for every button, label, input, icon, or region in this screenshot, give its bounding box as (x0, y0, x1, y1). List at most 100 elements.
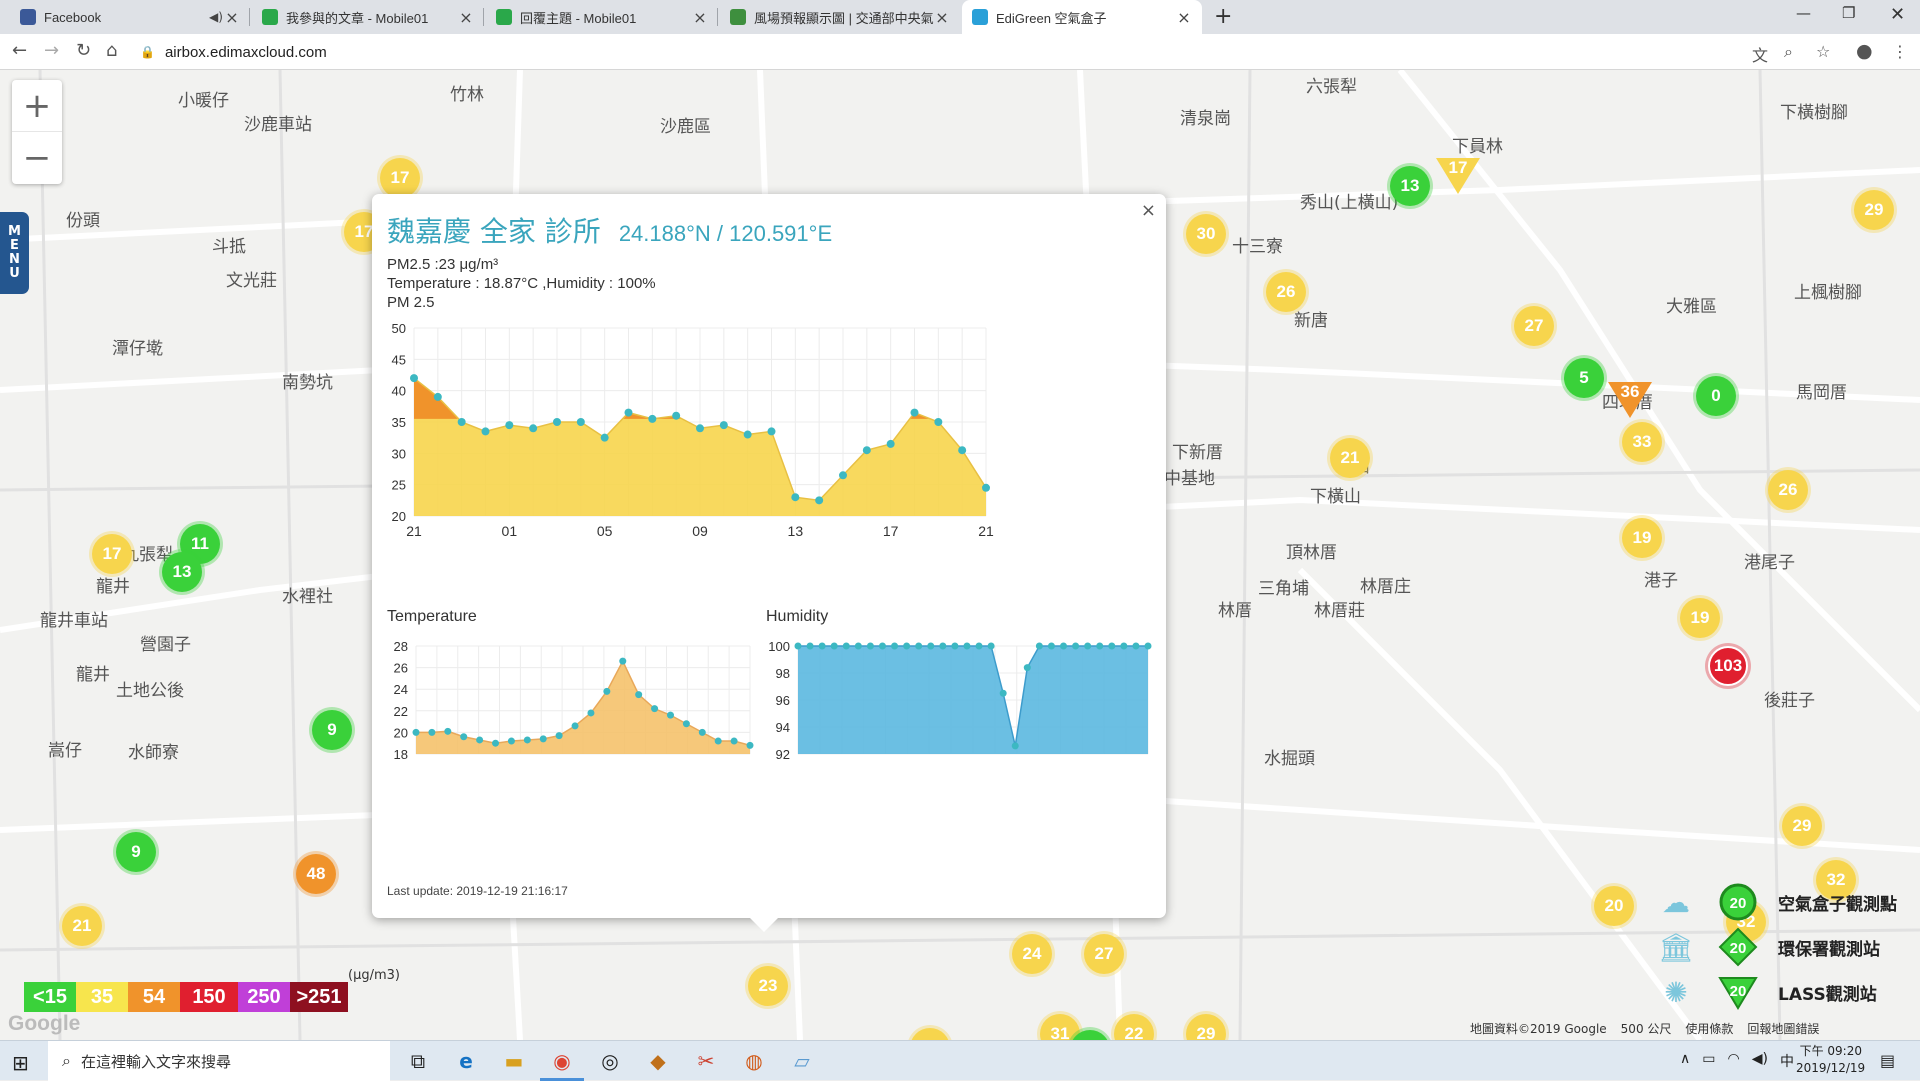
place-label: 營園子 (140, 635, 191, 655)
chevron-up-icon[interactable]: ∧ (1680, 1051, 1690, 1071)
place-label: 沙鹿區 (660, 117, 711, 137)
airbox-marker[interactable]: 48 (296, 854, 336, 894)
app-icon[interactable]: ◆ (644, 1047, 672, 1075)
facebook-icon (20, 9, 36, 25)
ime-indicator[interactable]: 中 (1780, 1051, 1794, 1071)
airbox-marker[interactable]: 29 (1854, 190, 1894, 230)
lock-icon[interactable]: 🔒 (140, 45, 155, 59)
more-menu-icon[interactable]: ⋮ (1892, 42, 1908, 61)
place-label: 龍井 (76, 665, 110, 685)
battery-icon[interactable]: ▭ (1702, 1051, 1715, 1071)
bookmark-star-icon[interactable]: ☆ (1816, 42, 1830, 61)
airbox-marker[interactable]: 5 (1564, 358, 1604, 398)
airbox-marker[interactable]: 0 (1696, 376, 1736, 416)
data-point (571, 722, 579, 730)
url-text: airbox.edimaxcloud.com (164, 43, 327, 61)
edge-icon[interactable]: e (452, 1047, 480, 1075)
minimize-button[interactable]: — (1796, 4, 1811, 22)
app-icon[interactable]: ▱ (788, 1047, 816, 1075)
zoom-out-button[interactable]: − (12, 132, 62, 184)
airbox-marker[interactable]: 21 (1330, 438, 1370, 478)
airbox-marker[interactable]: 103 (1708, 646, 1748, 686)
reload-button[interactable]: ↻ (76, 40, 91, 61)
tab-mobile01-articles[interactable]: 我參與的文章 - Mobile01 × (252, 0, 484, 34)
airbox-marker[interactable]: 13 (1390, 166, 1430, 206)
close-tab-icon[interactable]: × (1176, 8, 1192, 27)
new-tab-button[interactable]: + (1214, 4, 1232, 29)
airbox-marker[interactable]: 23 (748, 966, 788, 1006)
close-tab-icon[interactable]: × (934, 8, 950, 27)
airbox-marker[interactable]: 26 (1266, 272, 1306, 312)
address-bar[interactable]: 🔒 airbox.edimaxcloud.com (140, 39, 1760, 65)
google-logo[interactable]: Google (8, 1012, 80, 1036)
airbox-marker[interactable]: 24 (1012, 934, 1052, 974)
tab-bar: Facebook ◀) × 我參與的文章 - Mobile01 × 回覆主題 -… (0, 0, 1920, 34)
airbox-marker[interactable]: 9 (116, 832, 156, 872)
tab-mobile01-reply[interactable]: 回覆主題 - Mobile01 × (486, 0, 718, 34)
station-name: 魏嘉慶 全家 診所 (387, 215, 601, 248)
translate-icon[interactable]: 文 (1752, 42, 1768, 66)
file-explorer-icon[interactable]: ▬ (500, 1047, 528, 1075)
lass-marker[interactable]: 17 (1436, 158, 1480, 194)
speaker-icon[interactable]: ◀) (208, 10, 224, 24)
task-view-icon[interactable]: ⧉ (404, 1047, 432, 1075)
zoom-icon[interactable]: ⌕ (1784, 42, 1793, 62)
airbox-marker[interactable]: 27 (1514, 306, 1554, 346)
legend-value: 20 (1730, 895, 1747, 912)
profile-icon[interactable]: ● (1856, 40, 1873, 62)
forward-button[interactable]: → (44, 40, 59, 61)
app-icon[interactable]: ◎ (596, 1047, 624, 1075)
airbox-marker[interactable]: 17 (92, 534, 132, 574)
maximize-button[interactable]: ❐ (1842, 4, 1855, 22)
airbox-marker[interactable]: 33 (1622, 422, 1662, 462)
notification-icon[interactable]: ▤ (1880, 1051, 1895, 1070)
place-label: 林厝 (1218, 601, 1252, 621)
clock[interactable]: 下午 09:20 2019/12/19 (1796, 1043, 1865, 1077)
tab-facebook[interactable]: Facebook ◀) × (10, 0, 250, 34)
volume-icon[interactable]: ◀) (1752, 1051, 1768, 1071)
airbox-marker[interactable]: 26 (1768, 470, 1808, 510)
back-button[interactable]: ← (12, 40, 27, 61)
airbox-marker[interactable]: 13 (162, 552, 202, 592)
windows-start-icon[interactable]: ⊞ (12, 1051, 29, 1075)
place-label: 水掘頭 (1264, 749, 1315, 769)
tab-wind-forecast[interactable]: 風場預報顯示圖 | 交通部中央氣象... × (720, 0, 960, 34)
chrome-icon[interactable]: ◉ (540, 1047, 584, 1081)
mobile01-icon (262, 9, 278, 25)
report-error-link[interactable]: 回報地圖錯誤 (1747, 1020, 1819, 1037)
airbox-marker[interactable]: 17 (380, 158, 420, 198)
data-point (1035, 642, 1043, 650)
terms-link[interactable]: 使用條款 (1685, 1020, 1733, 1037)
data-point (830, 642, 838, 650)
close-tab-icon[interactable]: × (224, 8, 240, 27)
place-label: 清泉崗 (1180, 109, 1231, 129)
search-placeholder: 在這裡輸入文字來搜尋 (80, 1052, 231, 1071)
zoom-in-button[interactable]: + (12, 80, 62, 132)
data-point (433, 392, 442, 401)
data-point (815, 496, 824, 505)
airbox-marker[interactable]: 27 (1084, 934, 1124, 974)
home-button[interactable]: ⌂ (106, 40, 117, 61)
airbox-marker[interactable]: 9 (312, 710, 352, 750)
airbox-marker[interactable]: 19 (1622, 518, 1662, 558)
wifi-icon[interactable]: ◠ (1727, 1051, 1739, 1071)
airbox-marker[interactable]: 30 (1186, 214, 1226, 254)
close-popup-button[interactable]: × (1141, 200, 1156, 221)
close-window-button[interactable]: ✕ (1890, 4, 1905, 25)
close-tab-icon[interactable]: × (458, 8, 474, 27)
lass-marker[interactable]: 36 (1608, 382, 1652, 418)
airbox-marker[interactable]: 21 (62, 906, 102, 946)
airbox-marker[interactable]: 19 (1680, 598, 1720, 638)
data-point (481, 427, 490, 436)
tab-edigreen[interactable]: EdiGreen 空氣盒子 × (962, 0, 1202, 34)
app-icon[interactable]: ◍ (740, 1047, 768, 1075)
airbox-marker[interactable]: 20 (1594, 886, 1634, 926)
airbox-marker[interactable]: 29 (1782, 806, 1822, 846)
map-canvas[interactable]: 小暖仔 沙鹿車站 竹林 沙鹿區 清泉崗 六張犁 下員林 下橫樹腳 份頭 斗抵 文光莊 秀山(上橫山) 十… (0, 70, 1920, 1040)
snipping-icon[interactable]: ✂ (692, 1047, 720, 1075)
close-tab-icon[interactable]: × (692, 8, 708, 27)
taskbar-search[interactable]: ⌕ 在這裡輸入文字來搜尋 (48, 1041, 390, 1081)
data-point (791, 493, 800, 502)
menu-button[interactable]: M E N U (0, 212, 29, 294)
place-label: 頂林厝 (1286, 543, 1337, 563)
